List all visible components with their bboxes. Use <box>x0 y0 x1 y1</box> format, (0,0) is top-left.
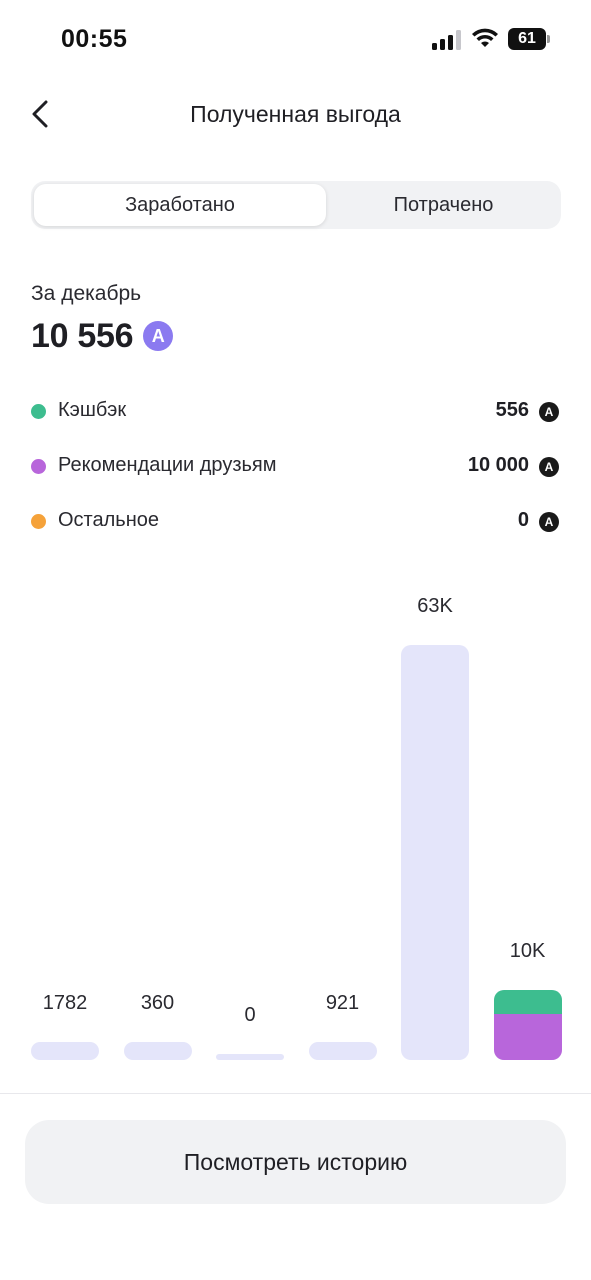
chart-bar-segment <box>493 1013 562 1060</box>
chart-bar[interactable] <box>401 645 469 1060</box>
chart-bar[interactable] <box>493 990 562 1060</box>
chart-bar[interactable] <box>123 1042 192 1060</box>
page-title: Полученная выгода <box>190 101 401 127</box>
coin-icon: A <box>539 512 559 532</box>
legend-item-referrals: Рекомендации друзьям 10 000 A <box>31 451 561 481</box>
battery-icon: 61 <box>508 28 550 50</box>
chart-bar[interactable] <box>31 1042 99 1060</box>
chart-bar[interactable] <box>216 1054 284 1060</box>
chart-bar-label: 1782 <box>42 992 88 1014</box>
legend-label: Рекомендации друзьям <box>58 454 277 476</box>
total-value: 10 556 <box>31 316 134 355</box>
coin-icon: A <box>539 402 559 422</box>
legend-value: 0 <box>517 509 529 531</box>
legend-value: 10 000 <box>467 454 529 476</box>
coin-icon: A <box>539 457 559 477</box>
legend-value: 556 <box>495 399 529 421</box>
coin-icon: A <box>143 321 174 351</box>
period-label: За декабрь <box>31 282 142 305</box>
divider <box>0 1093 591 1094</box>
legend-dot-cashback <box>31 404 46 419</box>
legend-label: Остальное <box>58 509 159 531</box>
chart-bar[interactable] <box>308 1042 377 1060</box>
legend-dot-other <box>31 514 46 529</box>
chart-bar-label: 63K <box>417 595 453 617</box>
battery-tip <box>547 35 550 43</box>
segmented-control: Заработано Потрачено <box>31 181 561 229</box>
monthly-bar-chart: 1782 360 0 921 63K 10K <box>0 560 591 1070</box>
chart-bar-label: 360 <box>140 992 175 1014</box>
chart-bar-segment <box>493 990 562 1014</box>
total-amount: 10 556 A <box>31 315 174 357</box>
chart-bar-label: 0 <box>244 1004 256 1026</box>
battery-level: 61 <box>508 28 546 50</box>
legend-dot-referrals <box>31 459 46 474</box>
legend-item-cashback: Кэшбэк 556 A <box>31 396 561 426</box>
chart-bar-label: 921 <box>325 992 360 1014</box>
chart-bar-label: 10K <box>509 940 546 963</box>
tab-spent[interactable]: Потрачено <box>326 181 561 229</box>
tab-earned[interactable]: Заработано <box>34 184 326 226</box>
status-time: 00:55 <box>61 25 128 53</box>
wifi-icon <box>472 28 498 47</box>
cellular-signal-icon <box>432 30 461 50</box>
legend-label: Кэшбэк <box>58 399 127 421</box>
view-history-button[interactable]: Посмотреть историю <box>25 1120 566 1204</box>
legend-item-other: Остальное 0 A <box>31 506 561 536</box>
status-bar: 00:55 61 <box>0 0 591 80</box>
